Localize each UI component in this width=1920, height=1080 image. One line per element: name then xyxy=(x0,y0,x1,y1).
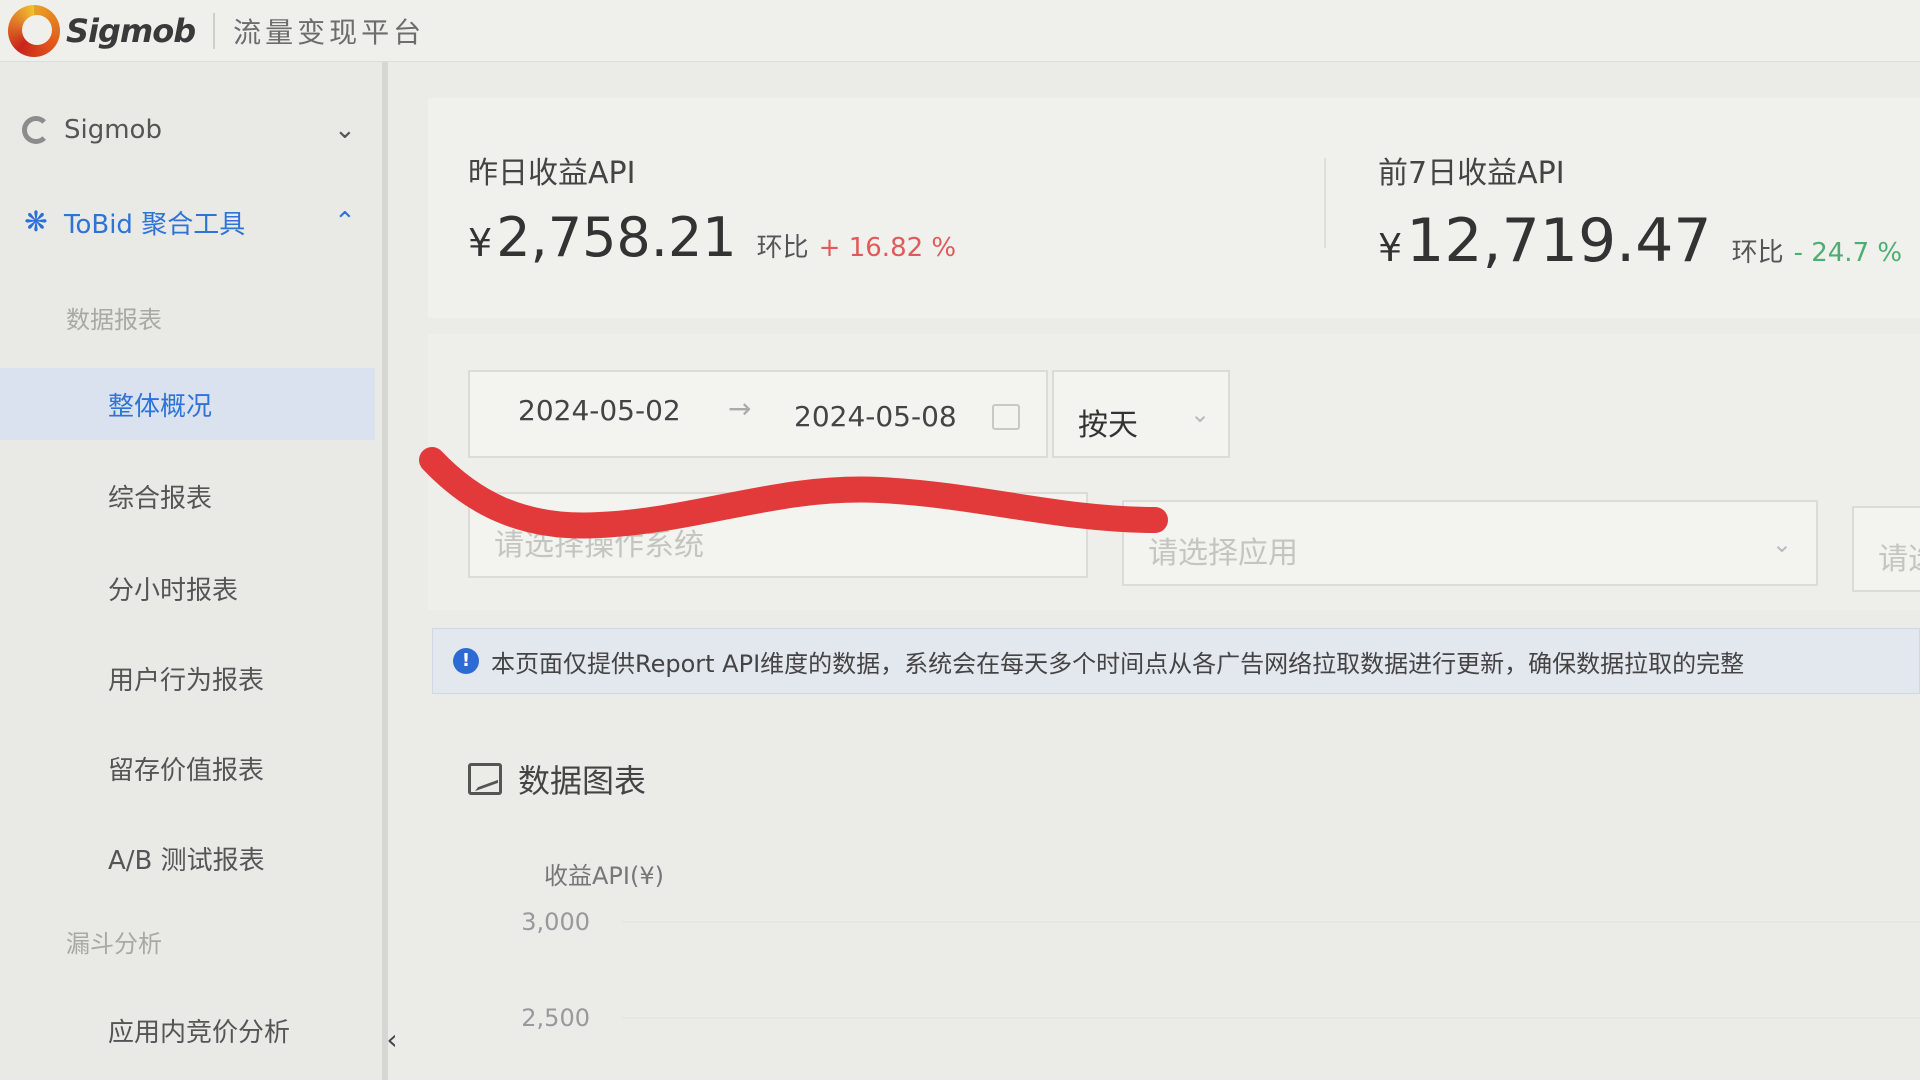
chart-title: 数据图表 xyxy=(518,762,647,800)
date-end[interactable]: 2024-05-08 xyxy=(794,400,957,433)
chart-section: 数据图表 收益API(¥) 3,0002,5002,000 xyxy=(432,722,1920,1080)
notice-text: 本页面仅提供Report API维度的数据，系统会在每天多个时间点从各广告网络拉… xyxy=(491,649,1745,678)
currency-symbol: ¥ xyxy=(468,221,493,265)
sigmob-logo-icon xyxy=(22,116,50,144)
filter-card: 2024-05-02 → 2024-05-08 按天 ⌄ 请选择操作系统 请选择… xyxy=(428,334,1920,610)
sidebar-item-label: A/B 测试报表 xyxy=(108,845,265,876)
chevron-down-icon: ⌄ xyxy=(1771,530,1792,558)
sidebar: Sigmob ⌄ ❋ ToBid 聚合工具 ⌃ 数据报表 整体概况 综合报表 分… xyxy=(0,62,398,1080)
granularity-value: 按天 xyxy=(1078,408,1138,443)
chevron-down-icon: ⌄ xyxy=(1190,400,1211,428)
chevron-down-icon: ⌄ xyxy=(334,115,356,145)
compare-label: 环比 xyxy=(756,233,809,263)
header-divider xyxy=(213,12,216,49)
menu-tobid-label: ToBid 聚合工具 xyxy=(64,209,246,240)
info-notice: ! 本页面仅提供Report API维度的数据，系统会在每天多个时间点从各广告网… xyxy=(432,628,1920,694)
granularity-select[interactable]: 按天 ⌄ xyxy=(1052,370,1230,458)
sidebar-item-label: 应用内竞价分析 xyxy=(108,1017,291,1048)
sidebar-item-label: 整体概况 xyxy=(108,391,213,422)
extra-select[interactable]: 请选 xyxy=(1852,506,1920,592)
currency-symbol: ¥ xyxy=(1378,226,1403,270)
top-header: Sigmob 流量变现平台 xyxy=(0,0,1920,62)
stats-card: 昨日收益API ¥ 2,758.21 环比 + 16.82 % 前7日收益API… xyxy=(428,98,1920,318)
stat-value-row: ¥ 2,758.21 环比 + 16.82 % xyxy=(468,206,956,269)
sigmob-logo-icon[interactable] xyxy=(8,4,60,57)
group-label-data-reports: 数据报表 xyxy=(66,306,162,334)
compare-value: - 24.7 % xyxy=(1793,238,1903,268)
stat-value: 12,719.47 xyxy=(1406,206,1712,276)
sidebar-item-ab-test-report[interactable]: A/B 测试报表 xyxy=(0,822,375,894)
arrow-right-icon: → xyxy=(728,392,752,425)
chart-canvas: 3,0002,5002,000 xyxy=(521,908,1920,1032)
sidebar-item-label: 用户行为报表 xyxy=(108,665,265,696)
menu-tobid[interactable]: ❋ ToBid 聚合工具 ⌃ xyxy=(0,190,375,254)
y-tick-label: 2,500 xyxy=(521,1004,590,1032)
sidebar-item-overview[interactable]: 整体概况 xyxy=(0,368,375,440)
chevron-up-icon: ⌃ xyxy=(334,207,356,237)
stat-divider xyxy=(1324,158,1326,248)
stat-value-row: ¥ 12,719.47 环比 - 24.7 % xyxy=(1378,206,1902,276)
date-range-picker[interactable]: 2024-05-02 → 2024-05-08 xyxy=(468,370,1048,458)
platform-title: 流量变现平台 xyxy=(233,15,426,49)
os-select-placeholder: 请选择操作系统 xyxy=(494,528,704,563)
stat-label: 前7日收益API xyxy=(1378,156,1565,191)
compare-label: 环比 xyxy=(1731,238,1784,268)
stat-value: 2,758.21 xyxy=(496,206,737,269)
sidebar-item-retention-value-report[interactable]: 留存价值报表 xyxy=(0,732,375,804)
sidebar-item-comprehensive-report[interactable]: 综合报表 xyxy=(0,460,375,532)
tobid-logo-icon: ❋ xyxy=(24,205,48,238)
menu-sigmob-label: Sigmob xyxy=(64,115,162,145)
sidebar-item-user-behavior-report[interactable]: 用户行为报表 xyxy=(0,642,375,714)
sidebar-item-in-app-bidding-analysis[interactable]: 应用内竞价分析 xyxy=(0,994,375,1066)
group-label-funnel: 漏斗分析 xyxy=(66,930,162,958)
main-content: 昨日收益API ¥ 2,758.21 环比 + 16.82 % 前7日收益API… xyxy=(394,62,1920,1080)
info-icon: ! xyxy=(453,648,479,674)
menu-sigmob[interactable]: Sigmob ⌄ xyxy=(0,98,375,162)
y-tick-label: 3,000 xyxy=(521,908,590,936)
date-start[interactable]: 2024-05-02 xyxy=(518,394,681,427)
chart-title-row: 数据图表 xyxy=(468,756,646,802)
logo-text[interactable]: Sigmob xyxy=(66,12,196,50)
sidebar-item-label: 综合报表 xyxy=(108,483,213,514)
compare-value: + 16.82 % xyxy=(818,233,957,263)
sidebar-item-label: 留存价值报表 xyxy=(108,755,265,786)
stat-label: 昨日收益API xyxy=(468,156,636,191)
line-chart-icon xyxy=(468,763,502,795)
extra-select-placeholder: 请选 xyxy=(1878,542,1920,577)
sidebar-item-hourly-report[interactable]: 分小时报表 xyxy=(0,552,375,624)
app-select[interactable]: 请选择应用 ⌄ xyxy=(1122,500,1818,586)
app-select-placeholder: 请选择应用 xyxy=(1148,536,1298,571)
os-select[interactable]: 请选择操作系统 xyxy=(468,492,1088,578)
calendar-icon[interactable] xyxy=(992,404,1020,430)
sidebar-item-label: 分小时报表 xyxy=(108,575,239,606)
